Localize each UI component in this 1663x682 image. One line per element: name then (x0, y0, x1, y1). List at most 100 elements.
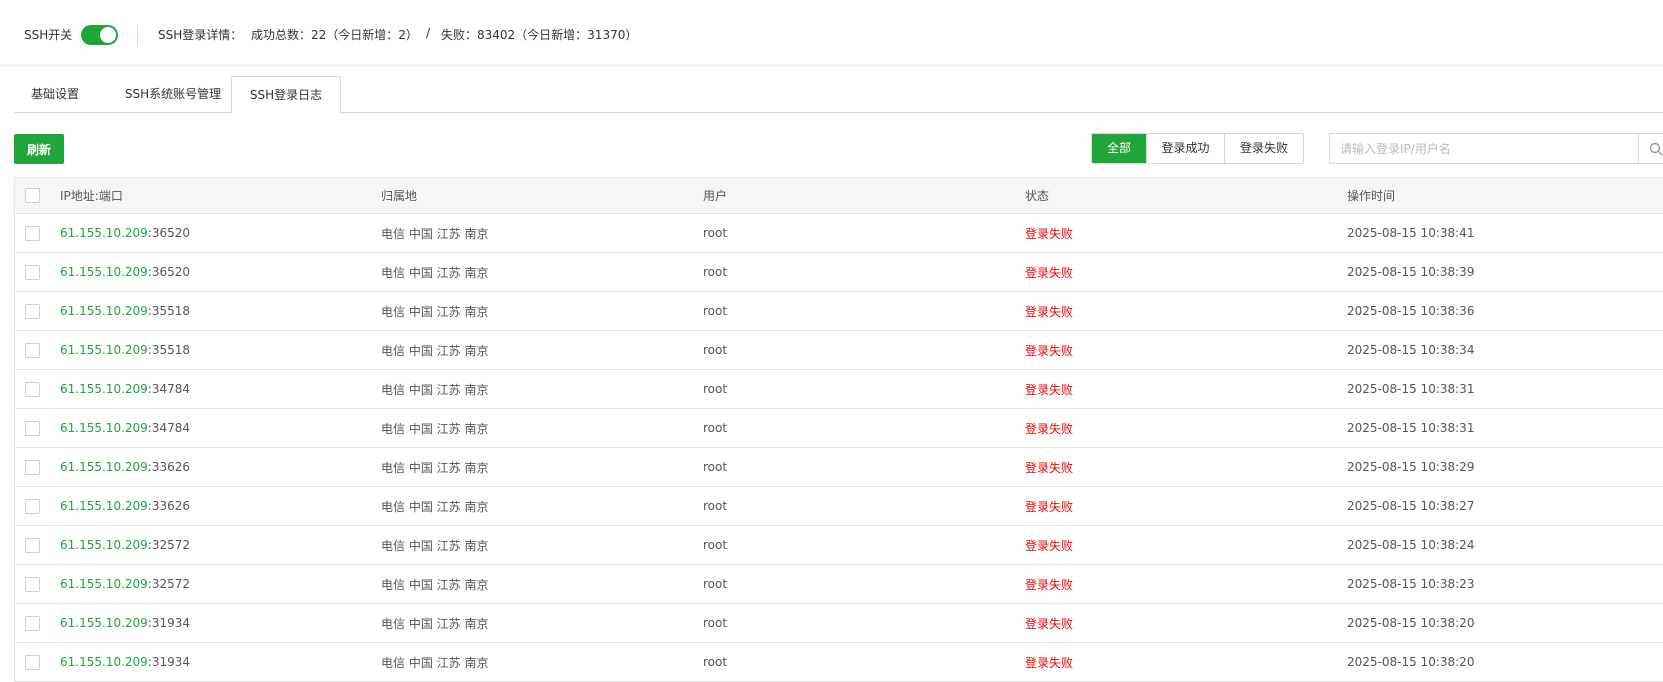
login-success-count: 成功总数：22（今日新增：2） (251, 28, 418, 42)
time-cell: 2025-08-15 10:38:36 (1347, 304, 1475, 318)
ip-address[interactable]: 61.155.10.209 (60, 577, 148, 591)
location-cell: 电信 中国 江苏 南京 (381, 421, 489, 436)
port: :33626 (147, 460, 191, 474)
ssh-toggle-switch[interactable] (81, 25, 118, 45)
location-cell: 电信 中国 江苏 南京 (381, 304, 489, 319)
status-cell: 登录失败 (1025, 655, 1074, 670)
ssh-status-bar: SSH开关 SSH登录详情： 成功总数：22（今日新增：2） / 失败：8340… (0, 0, 1663, 66)
location-cell: 电信 中国 江苏 南京 (381, 577, 489, 592)
time-cell: 2025-08-15 10:38:39 (1347, 265, 1475, 279)
filter-success-button[interactable]: 登录成功 (1147, 134, 1225, 163)
ip-address[interactable]: 61.155.10.209 (60, 460, 148, 474)
tab-ssh-login-log[interactable]: SSH登录日志 (231, 76, 341, 114)
column-header-time: 操作时间 (1347, 189, 1396, 203)
user-cell: root (703, 265, 728, 279)
ip-address[interactable]: 61.155.10.209 (60, 382, 148, 396)
table-row: 61.155.10.209:31934 电信 中国 江苏 南京 root 登录失… (15, 604, 1663, 643)
ip-port-cell: 61.155.10.209:35518 (60, 331, 190, 369)
user-cell: root (703, 577, 728, 591)
user-cell: root (703, 421, 728, 435)
row-checkbox[interactable] (25, 420, 40, 436)
row-checkbox[interactable] (25, 576, 40, 592)
row-checkbox[interactable] (25, 498, 40, 514)
ip-port-cell: 61.155.10.209:31934 (60, 643, 190, 681)
table-row: 61.155.10.209:36520 电信 中国 江苏 南京 root 登录失… (15, 214, 1663, 253)
table-row: 61.155.10.209:35518 电信 中国 江苏 南京 root 登录失… (15, 292, 1663, 331)
ip-address[interactable]: 61.155.10.209 (60, 538, 148, 552)
row-checkbox[interactable] (25, 654, 40, 670)
location-cell: 电信 中国 江苏 南京 (381, 616, 489, 631)
table-row: 61.155.10.209:33626 电信 中国 江苏 南京 root 登录失… (15, 448, 1663, 487)
time-cell: 2025-08-15 10:38:27 (1347, 499, 1475, 513)
row-checkbox[interactable] (25, 342, 40, 358)
user-cell: root (703, 616, 728, 630)
row-checkbox[interactable] (25, 264, 40, 280)
user-cell: root (703, 343, 728, 357)
time-cell: 2025-08-15 10:38:20 (1347, 655, 1475, 669)
user-cell: root (703, 499, 728, 513)
ip-address[interactable]: 61.155.10.209 (60, 655, 148, 669)
location-cell: 电信 中国 江苏 南京 (381, 226, 489, 241)
search-input[interactable] (1329, 133, 1639, 164)
select-all-checkbox[interactable] (25, 188, 40, 203)
ip-port-cell: 61.155.10.209:32572 (60, 526, 190, 564)
port: :35518 (147, 304, 191, 318)
time-cell: 2025-08-15 10:38:34 (1347, 343, 1475, 357)
status-cell: 登录失败 (1025, 616, 1074, 631)
tab-bar: 基础设置 SSH系统账号管理 SSH登录日志 (14, 76, 1663, 114)
status-cell: 登录失败 (1025, 460, 1074, 475)
location-cell: 电信 中国 江苏 南京 (381, 460, 489, 475)
ip-port-cell: 61.155.10.209:34784 (60, 370, 190, 408)
table-row: 61.155.10.209:33626 电信 中国 江苏 南京 root 登录失… (15, 487, 1663, 526)
tab-ssh-account-management[interactable]: SSH系统账号管理 (108, 76, 238, 113)
time-cell: 2025-08-15 10:38:41 (1347, 226, 1475, 240)
port: :33626 (147, 499, 191, 513)
row-checkbox[interactable] (25, 615, 40, 631)
time-cell: 2025-08-15 10:38:31 (1347, 421, 1475, 435)
ip-port-cell: 61.155.10.209:36520 (60, 253, 190, 291)
port: :32572 (147, 577, 191, 591)
count-separator: / (426, 26, 431, 40)
location-cell: 电信 中国 江苏 南京 (381, 655, 489, 670)
filter-fail-button[interactable]: 登录失败 (1225, 134, 1303, 163)
status-cell: 登录失败 (1025, 577, 1074, 592)
ip-address[interactable]: 61.155.10.209 (60, 616, 148, 630)
port: :32572 (147, 538, 191, 552)
ip-port-cell: 61.155.10.209:31934 (60, 604, 190, 642)
row-checkbox[interactable] (25, 303, 40, 319)
port: :31934 (147, 616, 191, 630)
status-cell: 登录失败 (1025, 304, 1074, 319)
ip-address[interactable]: 61.155.10.209 (60, 421, 148, 435)
ssh-login-log-table: IP地址:端口 归属地 用户 状态 操作时间 61.155.10.209:365… (14, 177, 1663, 682)
ip-address[interactable]: 61.155.10.209 (60, 499, 148, 513)
table-row: 61.155.10.209:32572 电信 中国 江苏 南京 root 登录失… (15, 526, 1663, 565)
search-button[interactable] (1638, 133, 1663, 164)
row-checkbox[interactable] (25, 225, 40, 241)
row-checkbox[interactable] (25, 381, 40, 397)
time-cell: 2025-08-15 10:38:23 (1347, 577, 1475, 591)
port: :36520 (147, 226, 191, 240)
user-cell: root (703, 655, 728, 669)
refresh-button[interactable]: 刷新 (14, 134, 64, 164)
time-cell: 2025-08-15 10:38:24 (1347, 538, 1475, 552)
ip-address[interactable]: 61.155.10.209 (60, 265, 148, 279)
table-row: 61.155.10.209:35518 电信 中国 江苏 南京 root 登录失… (15, 331, 1663, 370)
port: :34784 (147, 382, 191, 396)
ip-port-cell: 61.155.10.209:33626 (60, 487, 190, 525)
ip-address[interactable]: 61.155.10.209 (60, 226, 148, 240)
ip-address[interactable]: 61.155.10.209 (60, 343, 148, 357)
row-checkbox[interactable] (25, 459, 40, 475)
ip-address[interactable]: 61.155.10.209 (60, 304, 148, 318)
toggle-knob (100, 27, 116, 43)
row-checkbox[interactable] (25, 537, 40, 553)
tab-basic-settings[interactable]: 基础设置 (14, 76, 96, 113)
user-cell: root (703, 382, 728, 396)
user-cell: root (703, 304, 728, 318)
filter-all-button[interactable]: 全部 (1092, 134, 1147, 163)
location-cell: 电信 中国 江苏 南京 (381, 499, 489, 514)
location-cell: 电信 中国 江苏 南京 (381, 265, 489, 280)
time-cell: 2025-08-15 10:38:29 (1347, 460, 1475, 474)
port: :34784 (147, 421, 191, 435)
ssh-login-detail-label: SSH登录详情： (158, 28, 243, 42)
status-cell: 登录失败 (1025, 538, 1074, 553)
